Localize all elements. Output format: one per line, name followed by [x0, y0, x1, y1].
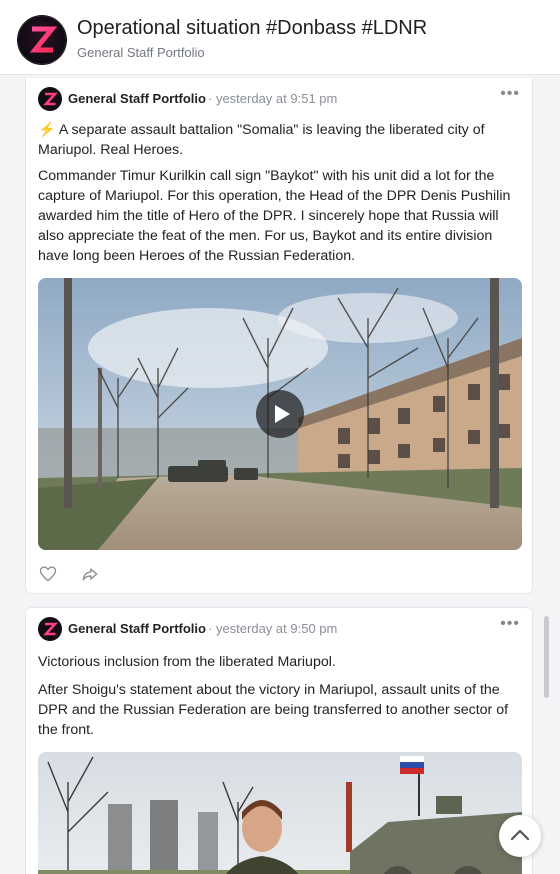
post-paragraph: After Shoigu's statement about the victo… [38, 682, 509, 738]
post-text: ⚡ A separate assault battalion "Somalia"… [38, 120, 524, 160]
post-paragraph: Victorious inclusion from the liberated … [38, 654, 336, 670]
chevron-up-icon [510, 829, 530, 841]
heart-icon[interactable] [38, 564, 58, 584]
author-avatar[interactable] [38, 87, 62, 111]
post-card: General Staff Portfolio · yesterday at 9… [25, 607, 533, 874]
post-card: General Staff Portfolio · yesterday at 9… [25, 78, 533, 594]
channel-avatar[interactable] [18, 16, 66, 64]
post-timestamp[interactable]: · yesterday at 9:51 pm [208, 91, 337, 106]
channel-subtitle: General Staff Portfolio [77, 45, 205, 60]
author-name[interactable]: General Staff Portfolio [68, 91, 206, 106]
play-icon[interactable] [256, 390, 304, 438]
channel-header: Operational situation #Donbass #LDNR Gen… [0, 0, 560, 75]
scrollbar-thumb[interactable] [544, 616, 549, 698]
author-name[interactable]: General Staff Portfolio [68, 621, 206, 636]
lightning-icon: ⚡ [38, 122, 56, 138]
post-header: General Staff Portfolio · yesterday at 9… [38, 85, 522, 111]
share-icon[interactable] [80, 564, 100, 584]
video-thumbnail[interactable] [38, 752, 522, 874]
more-dots-icon[interactable]: ••• [500, 615, 520, 633]
scroll-to-top-button[interactable] [499, 815, 541, 857]
post-paragraph: A separate assault battalion "Somalia" i… [38, 122, 485, 158]
street-scene-image [38, 752, 522, 874]
video-thumbnail[interactable] [38, 278, 522, 550]
post-feed[interactable]: General Staff Portfolio · yesterday at 9… [0, 74, 560, 874]
author-avatar[interactable] [38, 617, 62, 641]
post-timestamp[interactable]: · yesterday at 9:50 pm [208, 621, 337, 636]
channel-title: Operational situation #Donbass #LDNR [77, 17, 428, 39]
post-header: General Staff Portfolio · yesterday at 9… [38, 615, 522, 641]
more-dots-icon[interactable]: ••• [500, 85, 520, 103]
post-paragraph: Commander Timur Kurilkin call sign "Bayk… [38, 168, 511, 264]
